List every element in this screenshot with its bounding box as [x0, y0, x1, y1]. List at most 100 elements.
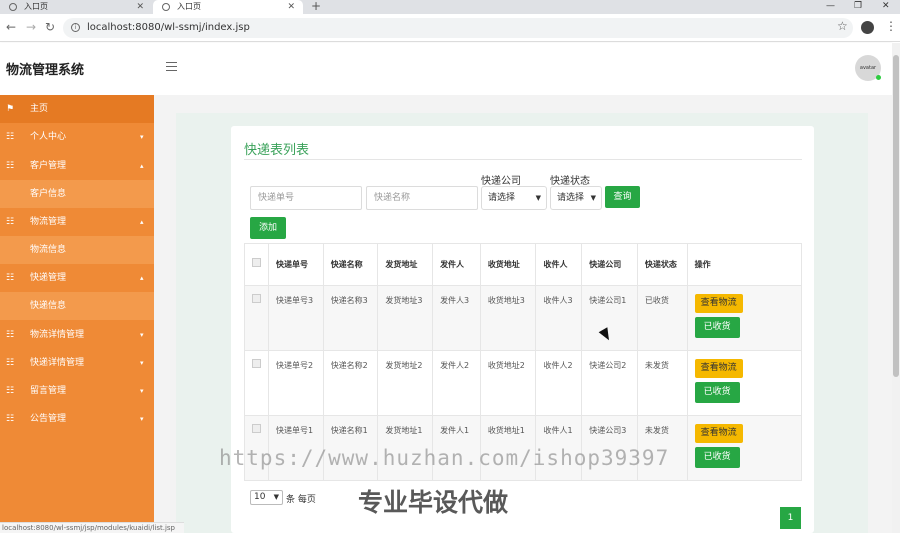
sidebar-item-announcements[interactable]: ☷ 公告管理 ▾: [0, 405, 154, 433]
brand-title: 物流管理系统: [6, 63, 85, 78]
chevron-down-icon: ▾: [140, 359, 144, 367]
row-checkbox[interactable]: [252, 294, 261, 303]
received-button[interactable]: 已收货: [694, 382, 740, 403]
table-cell: 收件人3: [535, 285, 583, 351]
page-number-button[interactable]: 1: [780, 507, 801, 529]
sidebar-item-label: 客户信息: [30, 189, 67, 199]
watermark-url: https://www.huzhan.com/ishop39397: [219, 446, 670, 470]
row-checkbox[interactable]: [252, 359, 261, 368]
flag-icon: ⚑: [6, 104, 15, 114]
actions-cell: 查看物流 已收货: [686, 415, 803, 481]
table-cell: 发货地址2: [377, 350, 434, 416]
status-label: 快递状态: [550, 176, 590, 187]
view-logistics-button[interactable]: 查看物流: [694, 294, 743, 313]
table-cell: 快递名称3: [322, 285, 379, 351]
sidebar-item-customers[interactable]: ☷ 客户管理 ▴: [0, 152, 154, 180]
table-header-row: 快递单号 快递名称 发货地址 发件人 收货地址 收件人 快递公司 快递状态 操作: [244, 243, 803, 286]
sidebar-item-label: 个人中心: [30, 132, 67, 142]
checkbox[interactable]: [252, 258, 261, 267]
account-icon[interactable]: [861, 21, 874, 34]
table-cell: 快递名称2: [322, 350, 379, 416]
sidebar-item-label: 快递信息: [30, 301, 67, 311]
app-header: 物流管理系统 avatar: [0, 43, 892, 95]
url-text: localhost:8080/wl-ssmj/index.jsp: [87, 22, 250, 33]
grid-icon: ☷: [6, 161, 15, 171]
tracking-number-input[interactable]: 快递单号: [250, 186, 362, 210]
site-info-icon[interactable]: i: [71, 23, 80, 32]
reload-icon[interactable]: ↻: [45, 20, 55, 34]
add-button[interactable]: 添加: [250, 217, 286, 239]
sidebar-item-label: 快递详情管理: [30, 358, 85, 368]
table-cell: 收货地址3: [479, 285, 537, 351]
chevron-up-icon: ▴: [140, 274, 144, 282]
sidebar-item-label: 快递管理: [30, 273, 67, 283]
express-name-input[interactable]: 快递名称: [366, 186, 478, 210]
grid-icon: ☷: [6, 358, 15, 368]
sidebar-item-logistics[interactable]: ☷ 物流管理 ▴: [0, 208, 154, 236]
received-button[interactable]: 已收货: [694, 447, 740, 468]
sidebar-item-label: 主页: [30, 104, 49, 114]
page-title: 快递表列表: [244, 143, 310, 158]
browser-status-bar: localhost:8080/wl-ssmj/jsp/modules/kuaid…: [0, 522, 184, 533]
bookmark-star-icon[interactable]: ☆: [837, 19, 848, 33]
sidebar-item-label: 物流信息: [30, 245, 67, 255]
chevron-down-icon: ▾: [140, 133, 144, 141]
table-cell: 快递公司2: [581, 350, 638, 416]
page-size-label: 条 每页: [286, 495, 316, 505]
actions-cell: 查看物流 已收货: [686, 285, 803, 351]
table-cell: 快递单号2: [268, 350, 324, 416]
browser-tab-bar: 入口页 ✕ 入口页 ✕ + — ❐ ✕: [0, 0, 900, 14]
table-cell: 收货地址2: [479, 350, 537, 416]
table-cell: 发件人3: [432, 285, 481, 351]
table-row: 快递单号2 快递名称2 发货地址2 发件人2 收货地址2 收件人2 快递公司2 …: [244, 350, 803, 416]
scrollbar-thumb[interactable]: [893, 55, 899, 377]
close-tab-icon[interactable]: ✕: [136, 0, 144, 14]
sidebar-item-express[interactable]: ☷ 快递管理 ▴: [0, 264, 154, 292]
sidebar-item-logistics-detail[interactable]: ☷ 物流详情管理 ▾: [0, 321, 154, 349]
browser-tab[interactable]: 入口页 ✕: [0, 0, 152, 14]
sidebar-item-profile[interactable]: ☷ 个人中心 ▾: [0, 123, 154, 151]
table-cell: 已收货: [636, 285, 688, 351]
status-select[interactable]: 请选择 ▼: [550, 186, 602, 210]
view-logistics-button[interactable]: 查看物流: [694, 424, 743, 443]
url-field[interactable]: i localhost:8080/wl-ssmj/index.jsp: [63, 18, 853, 38]
sidebar-item-express-detail[interactable]: ☷ 快递详情管理 ▾: [0, 349, 154, 377]
received-button[interactable]: 已收货: [694, 317, 740, 338]
window-close-icon[interactable]: ✕: [882, 0, 890, 12]
company-select[interactable]: 请选择 ▼: [481, 186, 547, 210]
grid-icon: ☷: [6, 217, 15, 227]
sidebar-subitem-customer-info[interactable]: 客户信息: [0, 180, 154, 208]
row-checkbox[interactable]: [252, 424, 261, 433]
column-header: 收件人: [535, 243, 583, 286]
sidebar-item-label: 客户管理: [30, 161, 67, 171]
restore-icon[interactable]: ❐: [854, 0, 862, 12]
hamburger-menu-icon[interactable]: [166, 62, 177, 71]
sidebar-subitem-express-info[interactable]: 快递信息: [0, 292, 154, 320]
grid-icon: ☷: [6, 330, 15, 340]
select-all-checkbox[interactable]: [244, 243, 269, 286]
status-select-value: 请选择: [557, 193, 585, 203]
query-button[interactable]: 查询: [605, 186, 640, 208]
sidebar-subitem-logistics-info[interactable]: 物流信息: [0, 236, 154, 264]
browser-menu-icon[interactable]: ⋮: [885, 19, 897, 33]
chevron-up-icon: ▴: [140, 162, 144, 170]
sidebar-item-home[interactable]: ⚑ 主页: [0, 95, 154, 123]
view-logistics-button[interactable]: 查看物流: [694, 359, 743, 378]
column-header: 快递名称: [322, 243, 379, 286]
table-cell: 发件人2: [432, 350, 481, 416]
forward-icon[interactable]: →: [26, 20, 36, 34]
tab-title: 入口页: [24, 2, 48, 11]
sidebar-item-messages[interactable]: ☷ 留言管理 ▾: [0, 377, 154, 405]
table-cell: 发货地址3: [377, 285, 434, 351]
close-tab-icon[interactable]: ✕: [287, 0, 295, 14]
page-size-select[interactable]: 10 ▼: [250, 490, 283, 505]
column-header: 快递公司: [581, 243, 638, 286]
company-select-value: 请选择: [488, 193, 516, 203]
minimize-icon[interactable]: —: [826, 0, 835, 12]
new-tab-icon[interactable]: +: [311, 0, 321, 13]
browser-tab-active[interactable]: 入口页 ✕: [153, 0, 303, 14]
tab-title: 入口页: [177, 2, 201, 11]
back-icon[interactable]: ←: [6, 20, 16, 34]
grid-icon: ☷: [6, 273, 15, 283]
sidebar-item-label: 留言管理: [30, 386, 67, 396]
